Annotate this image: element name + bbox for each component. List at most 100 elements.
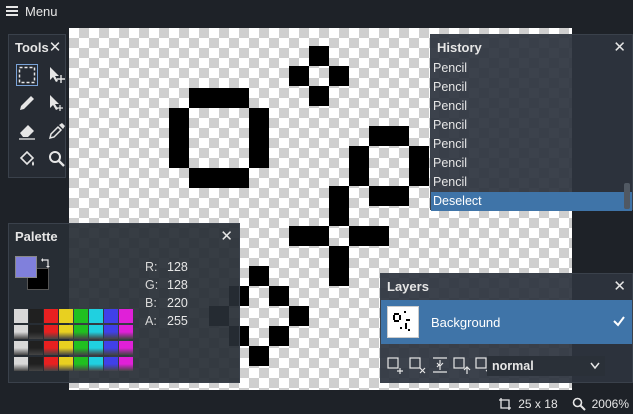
magnifier-icon: [49, 151, 65, 167]
palette-swatch[interactable]: [29, 309, 43, 323]
pencil-tool[interactable]: [15, 91, 39, 115]
palette-swatch[interactable]: [44, 309, 58, 323]
palette-swatch[interactable]: [104, 341, 118, 355]
swap-colors-icon[interactable]: [41, 258, 51, 268]
layer-thumbnail: [387, 306, 419, 338]
palette-swatch[interactable]: [119, 309, 133, 323]
color-picker-tool[interactable]: [45, 119, 69, 143]
move-selection-icon: [50, 95, 63, 111]
history-header: History ✕: [431, 35, 632, 59]
menu-bar: Menu: [0, 0, 633, 22]
add-layer-button[interactable]: [387, 356, 405, 374]
alpha-label: A:: [145, 314, 157, 328]
fill-tool[interactable]: [15, 147, 39, 171]
history-item[interactable]: Pencil: [431, 154, 632, 173]
history-close-button[interactable]: ✕: [613, 40, 626, 55]
palette-swatch[interactable]: [89, 341, 103, 355]
blend-mode-select[interactable]: normal: [487, 356, 605, 376]
palette-swatch[interactable]: [14, 341, 28, 355]
delete-layer-button[interactable]: [409, 356, 427, 374]
palette-swatch[interactable]: [119, 325, 133, 339]
alpha-value[interactable]: 255: [167, 314, 188, 328]
zoom-level-text[interactable]: 2006%: [592, 397, 629, 411]
hamburger-icon[interactable]: [6, 6, 18, 16]
history-title: History: [437, 39, 482, 55]
palette-swatch[interactable]: [74, 357, 88, 371]
palette-swatch[interactable]: [119, 341, 133, 355]
layer-up-icon: [453, 357, 471, 374]
palette-swatch[interactable]: [29, 341, 43, 355]
palette-panel: Palette ✕ R: 128 G: 128 B: 220 A: 255: [8, 223, 240, 383]
layers-close-button[interactable]: ✕: [613, 279, 626, 294]
palette-swatch[interactable]: [74, 325, 88, 339]
paint-bucket-icon: [19, 150, 35, 166]
palette-swatch[interactable]: [14, 357, 28, 371]
history-item[interactable]: Pencil: [431, 173, 632, 192]
red-value[interactable]: 128: [167, 260, 188, 274]
green-value[interactable]: 128: [167, 278, 188, 292]
history-item[interactable]: Pencil: [431, 59, 632, 78]
menu-button[interactable]: Menu: [25, 4, 58, 19]
canvas-size-text[interactable]: 25 x 18: [518, 397, 557, 411]
status-bar: 25 x 18 2006%: [498, 397, 629, 411]
tools-panel: Tools ✕: [8, 34, 66, 178]
palette-swatch[interactable]: [59, 341, 73, 355]
layer-item-background[interactable]: Background: [381, 300, 632, 344]
tools-header: Tools ✕: [9, 35, 65, 59]
zoom-tool[interactable]: [45, 147, 69, 171]
layer-name: Background: [431, 314, 501, 330]
palette-swatch[interactable]: [29, 357, 43, 371]
move-selection-tool[interactable]: [45, 91, 69, 115]
move-layer-up-button[interactable]: [453, 356, 471, 374]
history-item[interactable]: Pencil: [431, 97, 632, 116]
tools-close-button[interactable]: ✕: [49, 40, 62, 55]
palette-swatch[interactable]: [14, 325, 28, 339]
layers-title: Layers: [387, 278, 429, 294]
layer-toolbar: [387, 356, 493, 374]
move-tool[interactable]: [45, 63, 69, 87]
rect-select-tool[interactable]: [15, 63, 39, 87]
palette-swatch[interactable]: [29, 325, 43, 339]
blue-value[interactable]: 220: [167, 296, 188, 310]
palette-swatch[interactable]: [104, 325, 118, 339]
layer-visible-check-icon[interactable]: [612, 314, 626, 328]
rgba-readout: R: 128 G: 128 B: 220 A: 255: [145, 258, 188, 330]
palette-swatch[interactable]: [74, 309, 88, 323]
palette-swatch[interactable]: [44, 325, 58, 339]
history-item-selected[interactable]: Deselect: [431, 192, 632, 211]
palette-swatch[interactable]: [59, 325, 73, 339]
rect-select-icon: [18, 66, 36, 84]
palette-swatch[interactable]: [59, 357, 73, 371]
palette-swatch[interactable]: [89, 357, 103, 371]
history-item[interactable]: Pencil: [431, 78, 632, 97]
palette-swatch[interactable]: [74, 341, 88, 355]
history-list: Pencil Pencil Pencil Pencil Pencil Penci…: [431, 59, 632, 211]
red-label: R:: [145, 260, 158, 274]
layers-panel: Layers ✕ Background normal: [380, 273, 633, 383]
palette-swatch[interactable]: [104, 357, 118, 371]
palette-swatch[interactable]: [14, 309, 28, 323]
history-item[interactable]: Pencil: [431, 116, 632, 135]
delete-layer-icon: [409, 357, 426, 374]
palette-swatch[interactable]: [59, 309, 73, 323]
eraser-tool[interactable]: [15, 119, 39, 143]
history-item[interactable]: Pencil: [431, 135, 632, 154]
palette-swatch[interactable]: [89, 325, 103, 339]
green-label: G:: [145, 278, 159, 292]
chevron-down-icon: [590, 362, 600, 370]
blue-label: B:: [145, 296, 157, 310]
palette-close-button[interactable]: ✕: [220, 229, 233, 244]
layers-header: Layers ✕: [381, 274, 632, 298]
palette-swatch[interactable]: [44, 341, 58, 355]
merge-layer-button[interactable]: [431, 356, 449, 374]
palette-swatch[interactable]: [44, 357, 58, 371]
zoom-icon: [572, 397, 586, 411]
history-scrollbar[interactable]: [624, 183, 630, 209]
palette-swatch[interactable]: [104, 309, 118, 323]
eyedropper-icon: [48, 123, 65, 140]
history-panel: History ✕ Pencil Pencil Pencil Pencil Pe…: [430, 34, 633, 211]
palette-swatch[interactable]: [119, 357, 133, 371]
primary-color-swatch[interactable]: [15, 256, 37, 278]
palette-swatch[interactable]: [89, 309, 103, 323]
tools-title: Tools: [15, 39, 49, 55]
